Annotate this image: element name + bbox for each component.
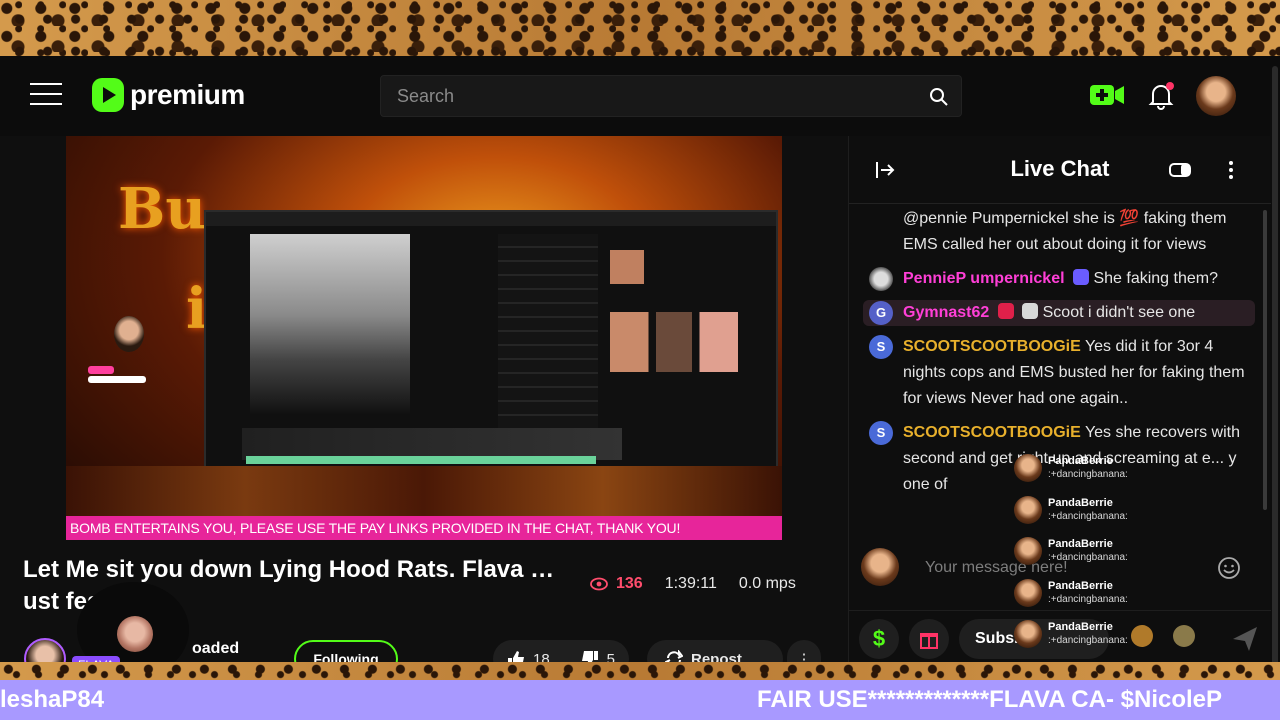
popout-icon[interactable] [1169, 161, 1191, 179]
ticker-text-right: FAIR USE*************FLAVA CA- $NicoleP [757, 686, 1223, 713]
camera-plus-icon[interactable] [1090, 83, 1124, 107]
overlay-item: PandaBerrie :+dancingbanana: [1010, 454, 1180, 496]
dollar-icon[interactable]: $ [859, 619, 899, 659]
chat-header: Live Chat [849, 136, 1271, 204]
emote-overlay-feed: PandaBerrie:+dancingbanana: PandaBerrie:… [1010, 454, 1180, 664]
message-text: Scoot i didn't see one [1042, 304, 1196, 321]
search-icon[interactable] [929, 87, 949, 107]
verified-badge [1073, 269, 1089, 285]
overlay-avatar [1014, 495, 1042, 524]
message-text: She faking them? [1093, 270, 1218, 287]
eye-icon [590, 577, 608, 591]
emoji-icon[interactable] [1217, 556, 1241, 580]
chat-more-icon[interactable] [1223, 158, 1239, 182]
gift-badge [1022, 303, 1039, 319]
notification-dot [1166, 82, 1174, 90]
overlay-item: PandaBerrie :+dancingbanana: [1010, 537, 1180, 579]
search-box [380, 75, 962, 117]
overlay-avatar [1014, 537, 1042, 565]
viewer-count: 136 [616, 575, 643, 592]
shared-screen [204, 210, 778, 468]
chat-message: PennieP umpernickel She faking them? [849, 266, 1261, 292]
chat-username[interactable]: SCOOTSCOOTBOOGiE [903, 338, 1081, 355]
page-scrollbar[interactable] [1270, 56, 1280, 666]
logo-text: premium [130, 79, 245, 110]
chat-username[interactable]: PennieP umpernickel [903, 270, 1065, 287]
user-avatar[interactable] [869, 267, 893, 291]
sub-badge [997, 303, 1014, 319]
overlay-avatar [1014, 578, 1042, 607]
top-navbar: premium [0, 56, 1270, 136]
overlay-text-1: Bu [118, 176, 207, 242]
overlay-name: PandaBerrie [1048, 621, 1113, 633]
overlay-item: PandaBerrie:+dancingbanana: [1010, 495, 1180, 538]
play-logo-icon [92, 78, 124, 112]
stream-uptime: 1:39:11 [664, 575, 717, 592]
my-avatar [861, 548, 899, 586]
chat-message: S SCOOTSCOOTBOOGiE Yes did it for 3or 4 … [849, 334, 1261, 412]
pay-links-banner: BOMB ENTERTAINS YOU, PLEASE USE THE PAY … [66, 516, 782, 540]
chat-title: Live Chat [1010, 156, 1110, 181]
overlay-item: PandaBerrie:+dancingbanana: [1010, 578, 1180, 621]
overlay-text: :+dancingbanana: [1048, 510, 1128, 522]
overlay-text: :+dancingbanana: [1048, 635, 1128, 646]
floating-avatar [117, 616, 153, 652]
embers [66, 466, 782, 516]
message-text: @pennie Pumpernickel she is 💯 faking the… [903, 210, 1227, 253]
menu-icon[interactable] [30, 83, 62, 109]
overlay-leopard-top [0, 0, 1280, 56]
avatar-letter[interactable]: G [869, 301, 893, 325]
cam-face [114, 316, 144, 352]
scrolling-ticker: leshaP84 FAIR USE*************FLAVA CA- … [0, 680, 1280, 720]
chat-username[interactable]: Gymnast62 [903, 304, 989, 321]
overlay-avatar [1014, 454, 1042, 482]
chat-username[interactable]: SCOOTSCOOTBOOGiE [903, 424, 1081, 441]
avatar-letter[interactable]: S [869, 335, 893, 359]
overlay-name: PandaBerrie [1048, 538, 1113, 550]
chat-scrollbar[interactable] [1261, 206, 1269, 532]
send-icon[interactable] [1229, 623, 1261, 655]
overlay-name: PandaBerrie [1048, 455, 1113, 467]
ticker-text-left: leshaP84 [0, 686, 105, 713]
overlay-text: :+dancingbanana: [1048, 593, 1128, 605]
overlay-text: :+dancingbanana: [1048, 552, 1128, 563]
channel-name[interactable]: oaded [192, 640, 239, 658]
gift-icon[interactable] [909, 619, 949, 659]
overlay-leopard-bottom [0, 662, 1280, 680]
overlay-item: PandaBerrie :+dancingbanana: [1010, 620, 1180, 662]
video-player[interactable]: Bu i BOMB ENTERTAINS YOU, PLEASE USE THE… [66, 136, 782, 540]
overlay-text: :+dancingbanana: [1048, 469, 1128, 480]
messages-per-second: 0.0 mps [738, 575, 796, 592]
overlay-avatar [1014, 620, 1042, 648]
stream-stats: 136 1:39:11 0.0 mps [590, 575, 796, 593]
pink-name-tag [88, 366, 150, 383]
site-logo[interactable]: premium [92, 78, 245, 112]
overlay-name: PandaBerrie [1048, 579, 1113, 592]
avatar-letter[interactable]: S [869, 421, 893, 445]
overlay-name: PandaBerrie [1048, 496, 1113, 509]
chat-message-highlighted: G Gymnast62 Scoot i didn't see one [863, 300, 1255, 326]
user-avatar[interactable] [1196, 76, 1236, 116]
search-input[interactable] [381, 76, 961, 116]
chat-message: @pennie Pumpernickel she is 💯 faking the… [849, 206, 1261, 258]
